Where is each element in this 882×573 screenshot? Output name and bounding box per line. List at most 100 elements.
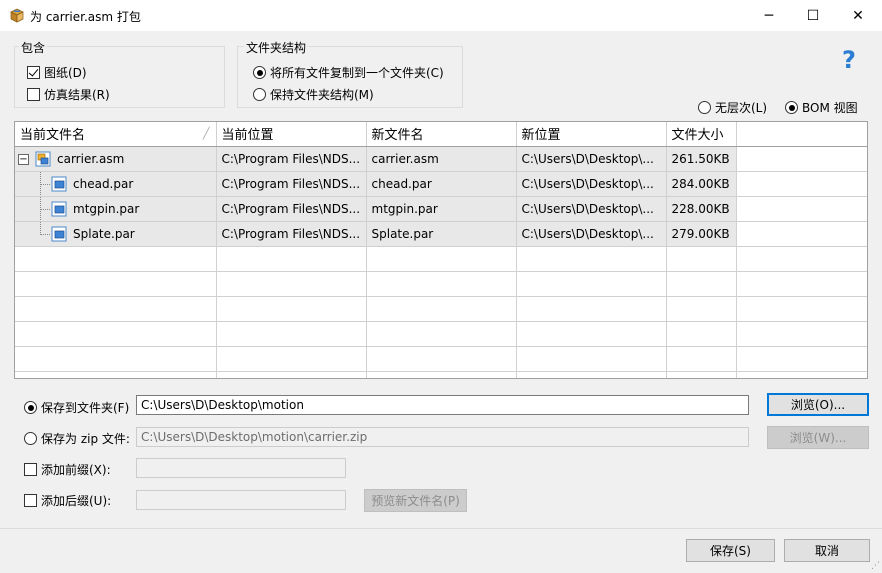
name-cell[interactable]: − carrier.asm — [15, 146, 217, 172]
drawings-checkbox[interactable]: 图纸(D) — [27, 64, 87, 81]
add-prefix-checkbox-box[interactable] — [24, 463, 37, 476]
cancel-button[interactable]: 取消 — [784, 539, 870, 562]
new-name-cell[interactable]: Splate.par — [366, 221, 517, 247]
size-cell: 261.50KB — [666, 146, 737, 172]
simulation-checkbox[interactable]: 仿真结果(R) — [27, 86, 110, 103]
tree-line — [40, 183, 50, 185]
new-location-cell[interactable]: C:\Users\D\Desktop\... — [516, 196, 667, 222]
file-grid[interactable]: 当前文件名 ╱ 当前位置 新文件名 新位置 文件大小 − carrier.asm… — [14, 121, 868, 379]
location-cell[interactable]: C:\Program Files\NDS... — [216, 196, 367, 222]
simulation-label: 仿真结果(R) — [44, 88, 110, 102]
add-prefix-checkbox[interactable]: 添加前缀(X): — [24, 461, 111, 478]
add-suffix-checkbox[interactable]: 添加后缀(U): — [24, 492, 111, 509]
file-name: Splate.par — [73, 226, 135, 241]
window-title: 为 carrier.asm 打包 — [30, 10, 141, 24]
location-cell[interactable]: C:\Program Files\NDS... — [216, 171, 367, 197]
minimize-icon: ─ — [764, 7, 774, 24]
copy-all-radio[interactable]: 将所有文件复制到一个文件夹(C) — [253, 64, 444, 81]
drawings-label: 图纸(D) — [44, 66, 87, 80]
save-as-zip-radio-dot[interactable] — [24, 432, 37, 445]
folder-path-input[interactable]: C:\Users\D\Desktop\motion — [136, 395, 749, 415]
save-to-folder-radio-dot[interactable] — [24, 401, 37, 414]
new-location-cell[interactable]: C:\Users\D\Desktop\... — [516, 171, 667, 197]
new-name-cell[interactable]: carrier.asm — [366, 146, 517, 172]
new-location-cell[interactable]: C:\Users\D\Desktop\... — [516, 221, 667, 247]
flat-view-label: 无层次(L) — [715, 101, 768, 115]
new-location-cell[interactable]: C:\Users\D\Desktop\... — [516, 146, 667, 172]
add-prefix-label: 添加前缀(X): — [41, 463, 111, 477]
part-icon — [51, 201, 67, 216]
collapse-icon[interactable]: − — [18, 153, 29, 165]
drawings-checkbox-box[interactable] — [27, 66, 40, 79]
tree-line — [40, 208, 50, 210]
save-to-folder-label: 保存到文件夹(F) — [41, 401, 130, 415]
new-name-cell[interactable]: chead.par — [366, 171, 517, 197]
save-as-zip-radio[interactable]: 保存为 zip 文件: — [24, 430, 130, 447]
empty-row — [15, 371, 867, 378]
tree-line — [40, 233, 50, 235]
empty-row — [15, 346, 867, 372]
name-cell[interactable]: mtgpin.par — [15, 196, 217, 222]
table-row[interactable]: Splate.par C:\Program Files\NDS... Splat… — [15, 221, 867, 247]
empty-cell — [736, 171, 867, 197]
suffix-input[interactable] — [136, 490, 346, 510]
keep-structure-radio[interactable]: 保持文件夹结构(M) — [253, 86, 374, 103]
empty-row — [15, 296, 867, 322]
new-name-cell[interactable]: mtgpin.par — [366, 196, 517, 222]
zip-path-input[interactable]: C:\Users\D\Desktop\motion\carrier.zip — [136, 427, 749, 447]
preview-names-button[interactable]: 预览新文件名(P) — [364, 489, 467, 512]
save-button[interactable]: 保存(S) — [686, 539, 775, 562]
empty-cell — [736, 196, 867, 222]
name-cell[interactable]: chead.par — [15, 171, 217, 197]
table-row[interactable]: mtgpin.par C:\Program Files\NDS... mtgpi… — [15, 196, 867, 222]
part-icon — [51, 226, 67, 241]
col-file-size[interactable]: 文件大小 — [666, 122, 737, 147]
simulation-checkbox-box[interactable] — [27, 88, 40, 101]
maximize-icon: ☐ — [806, 7, 820, 24]
flat-view-radio-dot[interactable] — [698, 101, 711, 114]
col-new-name[interactable]: 新文件名 — [366, 122, 517, 147]
name-cell[interactable]: Splate.par — [15, 221, 217, 247]
file-name: mtgpin.par — [73, 201, 140, 216]
grid-header-row: 当前文件名 ╱ 当前位置 新文件名 新位置 文件大小 — [15, 122, 867, 147]
location-cell[interactable]: C:\Program Files\NDS... — [216, 146, 367, 172]
col-current-location[interactable]: 当前位置 — [216, 122, 367, 147]
location-cell[interactable]: C:\Program Files\NDS... — [216, 221, 367, 247]
maximize-button[interactable]: ☐ — [790, 0, 836, 31]
empty-cell — [736, 146, 867, 172]
empty-row — [15, 271, 867, 297]
browse-zip-button[interactable]: 浏览(W)... — [767, 426, 869, 449]
copy-all-label: 将所有文件复制到一个文件夹(C) — [270, 66, 444, 80]
help-icon[interactable]: ? — [842, 46, 856, 74]
close-icon: ✕ — [852, 7, 864, 24]
folder-structure-group-label: 文件夹结构 — [244, 39, 309, 56]
add-suffix-label: 添加后缀(U): — [41, 494, 112, 508]
table-row[interactable]: − carrier.asm C:\Program Files\NDS... ca… — [15, 146, 867, 172]
bom-view-radio-dot[interactable] — [785, 101, 798, 114]
sort-icon: ╱ — [202, 127, 210, 140]
minimize-button[interactable]: ─ — [746, 0, 792, 31]
col-new-location[interactable]: 新位置 — [516, 122, 667, 147]
table-row[interactable]: chead.par C:\Program Files\NDS... chead.… — [15, 171, 867, 197]
size-cell: 279.00KB — [666, 221, 737, 247]
flat-view-radio[interactable]: 无层次(L) — [698, 99, 767, 116]
resize-grip-icon[interactable]: ⋰ — [871, 561, 880, 571]
save-to-folder-radio[interactable]: 保存到文件夹(F) — [24, 399, 129, 416]
browse-folder-button[interactable]: 浏览(O)... — [767, 393, 869, 416]
col-current-name[interactable]: 当前文件名 ╱ — [15, 122, 217, 147]
include-group-label: 包含 — [19, 39, 48, 56]
col-empty — [736, 122, 867, 147]
keep-structure-radio-dot[interactable] — [253, 88, 266, 101]
copy-all-radio-dot[interactable] — [253, 66, 266, 79]
tree-line — [40, 221, 41, 235]
bom-view-label: BOM 视图 — [802, 101, 858, 115]
add-suffix-checkbox-box[interactable] — [24, 494, 37, 507]
bom-view-radio[interactable]: BOM 视图 — [785, 99, 858, 116]
file-name: chead.par — [73, 176, 134, 191]
close-button[interactable]: ✕ — [835, 0, 881, 31]
footer-separator — [0, 528, 882, 529]
prefix-input[interactable] — [136, 458, 346, 478]
package-app-icon — [10, 8, 24, 23]
empty-row — [15, 246, 867, 272]
size-cell: 228.00KB — [666, 196, 737, 222]
